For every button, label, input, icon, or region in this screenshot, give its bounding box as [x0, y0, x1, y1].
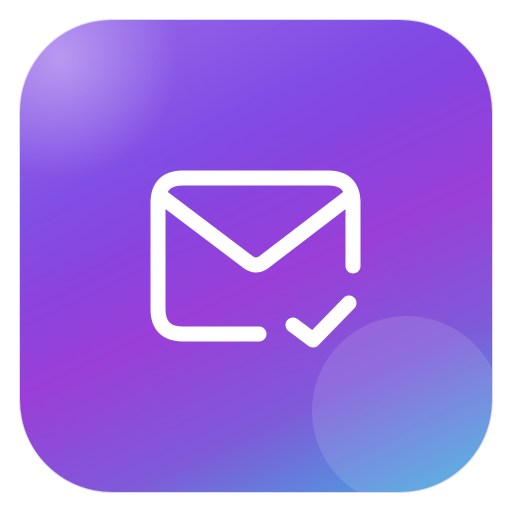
icon-canvas: [0, 0, 512, 512]
check-mark: [285, 295, 357, 348]
envelope-flap: [154, 189, 357, 273]
envelope-outline: [150, 170, 361, 342]
mail-check-icon: [150, 170, 361, 348]
